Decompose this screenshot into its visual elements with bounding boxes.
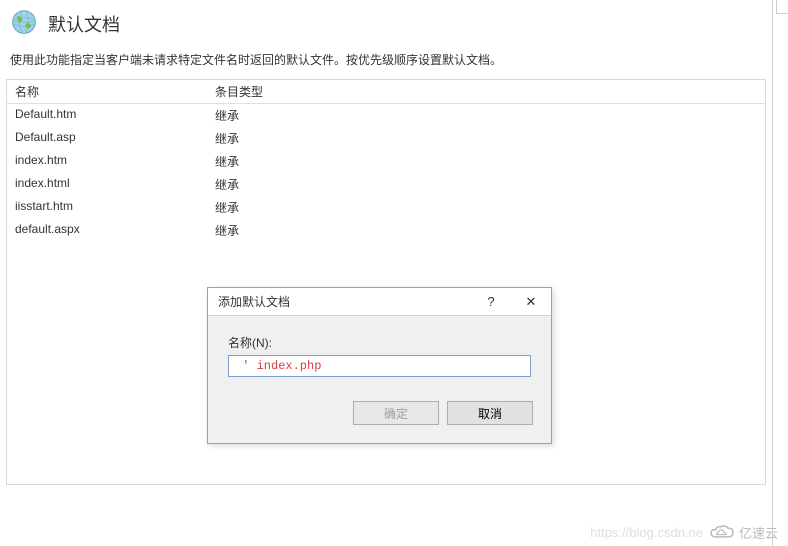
table-row[interactable]: iisstart.htm 继承 xyxy=(7,196,765,219)
add-default-document-dialog: 添加默认文档 ? ✕ 名称(N): 确定 取消 xyxy=(207,287,552,444)
table-row[interactable]: index.html 继承 xyxy=(7,173,765,196)
column-header-name[interactable]: 名称 xyxy=(7,80,207,103)
table-row[interactable]: Default.asp 继承 xyxy=(7,127,765,150)
cloud-icon xyxy=(708,524,736,542)
table-row[interactable]: Default.htm 继承 xyxy=(7,104,765,127)
ok-button[interactable]: 确定 xyxy=(353,401,439,425)
cell-type: 继承 xyxy=(207,150,765,173)
watermark-logo: 亿速云 xyxy=(708,523,778,542)
cell-type: 继承 xyxy=(207,219,765,242)
help-button[interactable]: ? xyxy=(471,288,511,316)
name-label: 名称(N): xyxy=(228,334,531,351)
header: 默认文档 xyxy=(0,0,772,45)
cell-type: 继承 xyxy=(207,127,765,150)
cell-name: default.aspx xyxy=(7,219,207,242)
cell-type: 继承 xyxy=(207,104,765,127)
globe-icon xyxy=(10,8,38,39)
page-title: 默认文档 xyxy=(48,11,120,37)
cancel-button[interactable]: 取消 xyxy=(447,401,533,425)
cell-name: index.html xyxy=(7,173,207,196)
close-button[interactable]: ✕ xyxy=(511,288,551,316)
watermark-brand: 亿速云 xyxy=(739,523,778,542)
default-document-panel: 默认文档 使用此功能指定当客户端未请求特定文件名时返回的默认文件。按优先级顺序设… xyxy=(0,0,773,546)
page-description: 使用此功能指定当客户端未请求特定文件名时返回的默认文件。按优先级顺序设置默认文档… xyxy=(0,45,772,79)
table-row[interactable]: index.htm 继承 xyxy=(7,150,765,173)
table-header: 名称 条目类型 xyxy=(7,80,765,104)
cell-name: Default.asp xyxy=(7,127,207,150)
dialog-body: 名称(N): xyxy=(208,316,551,391)
dialog-footer: 确定 取消 xyxy=(208,391,551,443)
dialog-titlebar[interactable]: 添加默认文档 ? ✕ xyxy=(208,288,551,316)
cell-type: 继承 xyxy=(207,173,765,196)
watermark-url: https://blog.csdn.ne xyxy=(590,525,703,540)
table-row[interactable]: default.aspx 继承 xyxy=(7,219,765,242)
column-header-type[interactable]: 条目类型 xyxy=(207,80,765,103)
name-input[interactable] xyxy=(228,355,531,377)
cell-name: iisstart.htm xyxy=(7,196,207,219)
cell-name: Default.htm xyxy=(7,104,207,127)
cell-name: index.htm xyxy=(7,150,207,173)
dialog-title: 添加默认文档 xyxy=(218,293,471,310)
side-panel-stub xyxy=(776,0,788,14)
cell-type: 继承 xyxy=(207,196,765,219)
